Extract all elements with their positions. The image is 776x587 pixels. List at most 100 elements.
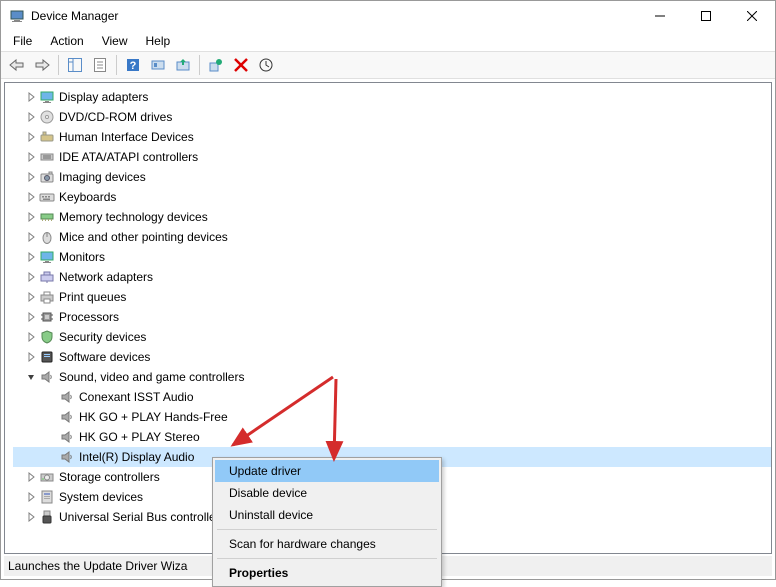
tree-node-label: HK GO + PLAY Hands-Free — [79, 410, 228, 424]
tree-node[interactable]: IDE ATA/ATAPI controllers — [13, 147, 771, 167]
cpu-icon — [39, 309, 55, 325]
titlebar: Device Manager — [1, 1, 775, 31]
tree-node-label: Software devices — [59, 350, 150, 364]
back-button[interactable] — [5, 53, 29, 77]
update-driver-button[interactable] — [171, 53, 195, 77]
speaker-icon — [59, 429, 75, 445]
toolbar-separator — [58, 55, 59, 75]
monitor-icon — [39, 89, 55, 105]
window-controls — [637, 1, 775, 31]
help-button[interactable]: ? — [121, 53, 145, 77]
tree-node-label: Imaging devices — [59, 170, 146, 184]
tree-node[interactable]: Mice and other pointing devices — [13, 227, 771, 247]
chevron-right-icon[interactable] — [25, 511, 37, 523]
tree-node[interactable]: Imaging devices — [13, 167, 771, 187]
maximize-button[interactable] — [683, 1, 729, 31]
tree-node-label: Monitors — [59, 250, 105, 264]
chevron-right-icon[interactable] — [25, 491, 37, 503]
tree-node-label: HK GO + PLAY Stereo — [79, 430, 200, 444]
tree-node-label: Universal Serial Bus controllers — [59, 510, 226, 524]
tree-node-label: Display adapters — [59, 90, 148, 104]
context-menu-item[interactable]: Scan for hardware changes — [215, 533, 439, 555]
context-menu-item[interactable]: Properties — [215, 562, 439, 584]
svg-text:?: ? — [130, 60, 137, 72]
tree-node-label: DVD/CD-ROM drives — [59, 110, 172, 124]
tree-node-label: Storage controllers — [59, 470, 160, 484]
context-menu-item[interactable]: Uninstall device — [215, 504, 439, 526]
chevron-right-icon[interactable] — [25, 131, 37, 143]
chevron-right-icon[interactable] — [25, 151, 37, 163]
chevron-right-icon[interactable] — [25, 191, 37, 203]
tree-node-label: Print queues — [59, 290, 126, 304]
mouse-icon — [39, 229, 55, 245]
tree-node[interactable]: HK GO + PLAY Stereo — [13, 427, 771, 447]
chevron-right-icon[interactable] — [25, 251, 37, 263]
tree-node[interactable]: Sound, video and game controllers — [13, 367, 771, 387]
scan-hardware-changes-button[interactable] — [254, 53, 278, 77]
monitor-icon — [39, 249, 55, 265]
keyboard-icon — [39, 189, 55, 205]
close-button[interactable] — [729, 1, 775, 31]
chevron-right-icon[interactable] — [25, 291, 37, 303]
chevron-right-icon[interactable] — [25, 91, 37, 103]
chevron-right-icon[interactable] — [25, 211, 37, 223]
disc-icon — [39, 109, 55, 125]
speaker-icon — [39, 369, 55, 385]
minimize-button[interactable] — [637, 1, 683, 31]
chevron-right-icon[interactable] — [25, 351, 37, 363]
tree-node[interactable]: Processors — [13, 307, 771, 327]
tree-node-label: System devices — [59, 490, 143, 504]
printer-icon — [39, 289, 55, 305]
menu-file[interactable]: File — [5, 32, 40, 50]
forward-button[interactable] — [30, 53, 54, 77]
tree-node[interactable]: Network adapters — [13, 267, 771, 287]
show-hide-tree-button[interactable] — [63, 53, 87, 77]
tree-node-label: Memory technology devices — [59, 210, 208, 224]
speaker-icon — [59, 449, 75, 465]
context-menu-separator — [217, 529, 437, 530]
window-title: Device Manager — [31, 9, 637, 23]
tree-node[interactable]: Monitors — [13, 247, 771, 267]
context-menu-separator — [217, 558, 437, 559]
menu-help[interactable]: Help — [138, 32, 179, 50]
tree-node[interactable]: Software devices — [13, 347, 771, 367]
app-icon — [9, 8, 25, 24]
chevron-right-icon[interactable] — [25, 111, 37, 123]
tree-node[interactable]: Human Interface Devices — [13, 127, 771, 147]
menu-action[interactable]: Action — [42, 32, 91, 50]
scan-button[interactable] — [146, 53, 170, 77]
context-menu-item[interactable]: Update driver — [215, 460, 439, 482]
tree-node-label: Keyboards — [59, 190, 116, 204]
usb-icon — [39, 509, 55, 525]
tree-node[interactable]: Display adapters — [13, 87, 771, 107]
chevron-down-icon[interactable] — [25, 371, 37, 383]
tree-node[interactable]: Security devices — [13, 327, 771, 347]
speaker-icon — [59, 409, 75, 425]
tree-node-label: IDE ATA/ATAPI controllers — [59, 150, 198, 164]
context-menu-item[interactable]: Disable device — [215, 482, 439, 504]
tree-node[interactable]: DVD/CD-ROM drives — [13, 107, 771, 127]
tree-node[interactable]: HK GO + PLAY Hands-Free — [13, 407, 771, 427]
chevron-right-icon[interactable] — [25, 471, 37, 483]
tree-node-label: Network adapters — [59, 270, 153, 284]
tree-node[interactable]: Print queues — [13, 287, 771, 307]
chevron-right-icon[interactable] — [25, 331, 37, 343]
toolbar-separator — [116, 55, 117, 75]
chevron-right-icon[interactable] — [25, 271, 37, 283]
tree-node[interactable]: Memory technology devices — [13, 207, 771, 227]
security-icon — [39, 329, 55, 345]
chevron-right-icon[interactable] — [25, 311, 37, 323]
statusbar-text: Launches the Update Driver Wiza — [8, 559, 187, 573]
uninstall-device-button[interactable] — [204, 53, 228, 77]
tree-node[interactable]: Conexant ISST Audio — [13, 387, 771, 407]
menu-view[interactable]: View — [94, 32, 136, 50]
ide-icon — [39, 149, 55, 165]
tree-node-label: Sound, video and game controllers — [59, 370, 244, 384]
tree-node[interactable]: Keyboards — [13, 187, 771, 207]
properties-button[interactable] — [88, 53, 112, 77]
chevron-right-icon[interactable] — [25, 171, 37, 183]
disable-device-button[interactable] — [229, 53, 253, 77]
chevron-right-icon[interactable] — [25, 231, 37, 243]
camera-icon — [39, 169, 55, 185]
context-menu: Update driverDisable deviceUninstall dev… — [212, 457, 442, 587]
